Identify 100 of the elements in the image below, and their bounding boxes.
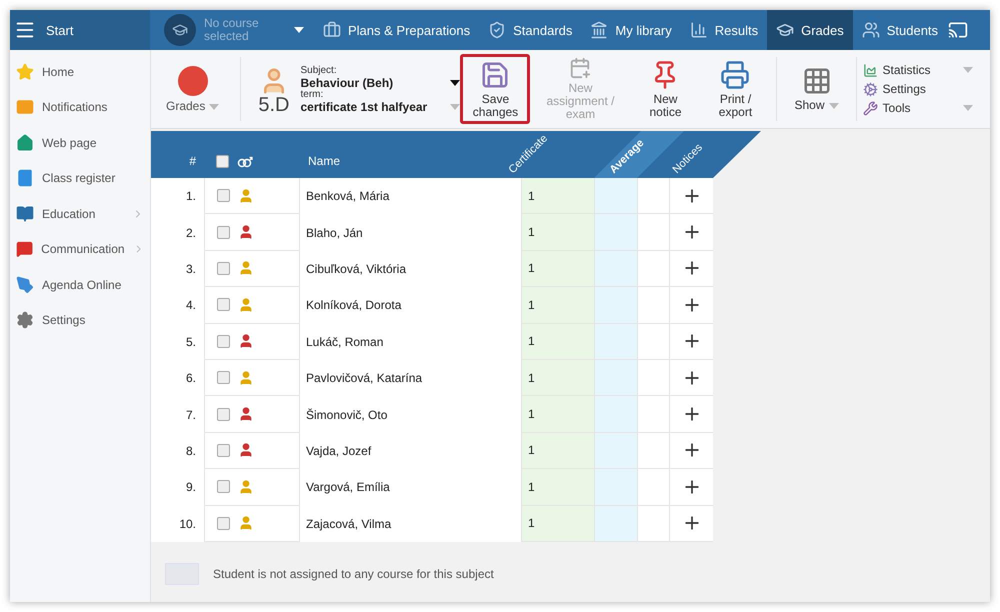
education-icon — [16, 204, 34, 223]
caret-icon — [294, 27, 304, 33]
sidebar-item[interactable]: Communication — [10, 232, 150, 267]
toolbar-menu-item[interactable]: Statistics — [862, 62, 973, 78]
certificate-cell[interactable]: 1 — [521, 506, 594, 542]
web-icon — [16, 134, 34, 152]
certificate-cell[interactable]: 1 — [521, 178, 594, 214]
student-name: Kolníková, Dorota — [306, 298, 402, 312]
student-name: Blaho, Ján — [306, 226, 363, 240]
average-cell — [594, 469, 637, 506]
row-number: 4. — [186, 298, 196, 312]
nav-tab[interactable]: My library — [581, 10, 681, 50]
results-icon — [690, 21, 708, 39]
row-number: 2. — [186, 226, 196, 240]
grades-icon — [776, 21, 794, 39]
sidebar-item[interactable]: Home — [10, 54, 150, 90]
student-name: Zajacová, Vilma — [306, 516, 392, 531]
certificate-cell[interactable]: 1 — [521, 250, 594, 288]
average-cell — [594, 506, 637, 542]
subject-selector[interactable]: Subject: Behaviour (Beh) term: certificate 1st halfyear — [300, 65, 460, 113]
toolbar-menu-item[interactable]: Settings — [862, 82, 973, 96]
nav-tab[interactable]: Results — [680, 10, 768, 50]
print-icon — [720, 60, 750, 90]
sidebar-item[interactable]: Web page — [10, 125, 150, 160]
row-checkbox[interactable] — [217, 334, 230, 348]
row-number: 7. — [186, 408, 196, 422]
row-number: 3. — [186, 262, 196, 276]
certificate-cell[interactable]: 1 — [521, 287, 594, 324]
average-cell — [594, 214, 637, 251]
row-checkbox[interactable] — [217, 444, 230, 457]
sidebar-item[interactable]: Class register — [10, 160, 150, 196]
grades-menu[interactable]: Grades — [151, 54, 234, 124]
row-checkbox[interactable] — [217, 262, 230, 275]
cast-icon[interactable] — [948, 20, 968, 40]
student-name: Vajda, Jozef — [306, 444, 372, 458]
nav-tab[interactable]: Students — [852, 10, 948, 50]
caret-icon — [209, 104, 220, 110]
course-avatar-icon — [164, 14, 196, 46]
column-header: Name — [308, 154, 340, 168]
certificate-cell[interactable]: 1 — [521, 324, 594, 360]
sidebar-item[interactable]: Notifications — [10, 90, 150, 125]
select-all-checkbox[interactable] — [216, 155, 229, 168]
student-name: Benková, Mária — [306, 189, 390, 204]
student-name: Šimonovič, Oto — [306, 408, 388, 422]
row-checkbox[interactable] — [217, 298, 230, 312]
save-icon — [480, 60, 510, 90]
save-button[interactable]: Save changes — [460, 54, 530, 124]
start-menu[interactable]: Start — [10, 10, 150, 50]
row-checkbox[interactable] — [217, 371, 230, 384]
sidebar-item[interactable]: Education — [10, 196, 150, 232]
column-header: # — [189, 154, 196, 168]
nav-tab[interactable]: Plans & Preparations — [314, 10, 480, 50]
average-cell — [594, 432, 637, 470]
home-icon — [16, 62, 34, 81]
average-cell — [594, 287, 637, 324]
plans-icon — [323, 21, 341, 39]
certificate-cell[interactable]: 1 — [521, 469, 594, 506]
student-name: Pavlovičová, Katarína — [306, 371, 422, 386]
certificate-cell[interactable]: 1 — [521, 360, 594, 396]
certificate-cell[interactable]: 1 — [521, 432, 594, 470]
row-number: 9. — [186, 480, 196, 494]
sidebar-item[interactable]: Agenda Online — [10, 267, 150, 302]
row-checkbox[interactable] — [217, 226, 230, 239]
tools-icon — [862, 100, 878, 116]
row-number: 6. — [186, 371, 196, 386]
student-name: Vargová, Emília — [306, 480, 390, 494]
average-cell — [594, 250, 637, 288]
grid-icon — [802, 66, 832, 96]
notice-button[interactable]: New notice — [630, 54, 700, 124]
caret-icon — [962, 105, 973, 111]
certificate-cell[interactable]: 1 — [521, 396, 594, 433]
gender-icon — [237, 156, 253, 168]
toolbar-menu-item[interactable]: Tools — [862, 100, 973, 116]
student-name: Lukáč, Roman — [306, 334, 384, 349]
average-cell — [594, 396, 637, 433]
nav-tab[interactable]: Standards — [479, 10, 582, 50]
row-number: 8. — [186, 444, 196, 458]
communication-icon — [16, 240, 34, 258]
library-icon — [590, 21, 608, 39]
row-checkbox[interactable] — [217, 480, 230, 494]
sidebar-item[interactable]: Settings — [10, 302, 150, 338]
average-cell — [594, 360, 637, 396]
row-number: 5. — [186, 334, 196, 349]
print-button[interactable]: Print / export — [700, 54, 770, 124]
student-name: Cibuľková, Viktória — [306, 262, 406, 276]
caret-icon — [828, 102, 839, 108]
average-cell — [594, 324, 637, 360]
show-menu[interactable]: Show — [783, 54, 850, 124]
certificate-cell[interactable]: 1 — [521, 214, 594, 251]
row-checkbox[interactable] — [217, 189, 230, 202]
nav-tab[interactable]: Grades — [767, 10, 853, 50]
row-checkbox[interactable] — [217, 408, 230, 421]
row-number: 1. — [186, 189, 196, 204]
legend-text: Student is not assigned to any course for this subject — [213, 566, 494, 581]
row-checkbox[interactable] — [217, 516, 230, 530]
grade-badge-icon — [176, 65, 209, 97]
students-icon — [862, 21, 880, 39]
class-selector[interactable]: 5.D — [247, 54, 300, 124]
standards-icon — [488, 21, 506, 39]
start-label: Start — [46, 22, 74, 38]
